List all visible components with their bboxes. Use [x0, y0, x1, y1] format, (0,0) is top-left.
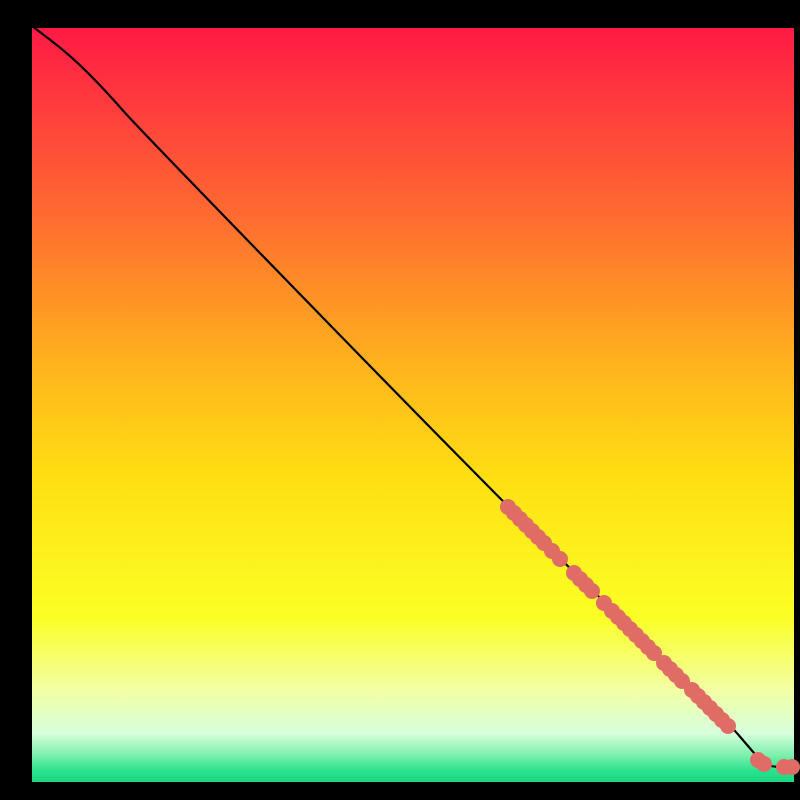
data-point	[720, 718, 736, 734]
frame-top	[0, 0, 800, 28]
bottleneck-chart	[0, 0, 800, 800]
frame-bottom	[0, 782, 800, 800]
data-point	[756, 756, 772, 772]
data-point	[552, 551, 568, 567]
chart-stage: TheBottleneck.com	[0, 0, 800, 800]
data-point	[584, 583, 600, 599]
frame-left	[0, 0, 32, 800]
data-point	[784, 759, 800, 775]
